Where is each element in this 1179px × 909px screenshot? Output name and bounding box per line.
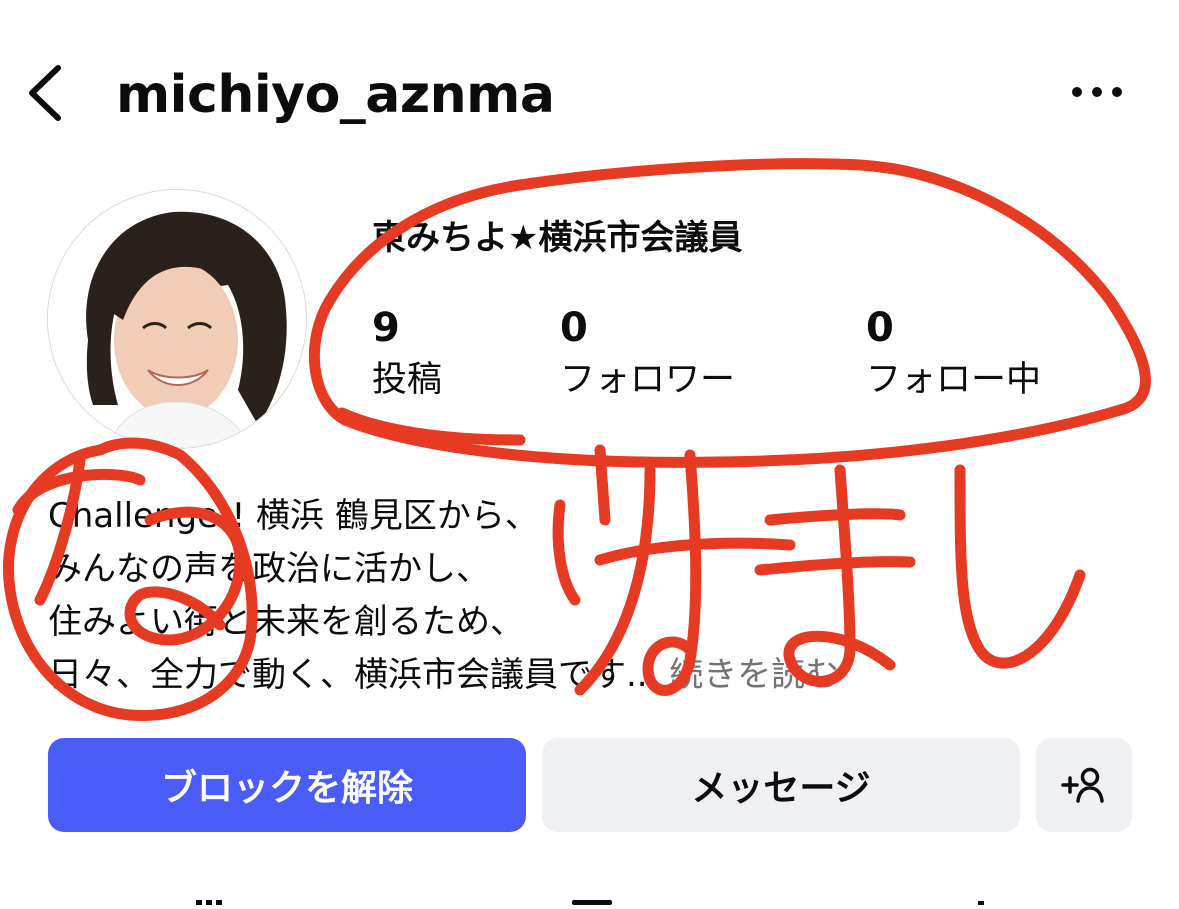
- following-label[interactable]: フォロー中: [866, 355, 1041, 405]
- followers-label[interactable]: フォロワー: [560, 355, 735, 405]
- bio-line: 日々、全力で動く、横浜市会議員です... 続きを読む: [48, 649, 1138, 702]
- bio-more-link[interactable]: 続きを読む: [669, 655, 839, 695]
- bio-line-text: 日々、全力で動く、横浜市会議員です...: [48, 655, 659, 695]
- message-button[interactable]: メッセージ: [542, 738, 1020, 832]
- profile-bio: Challenge!! 横浜 鶴見区から、 みんなの声を政治に活かし、 住みよい…: [48, 490, 1138, 702]
- followers-count[interactable]: 0: [560, 303, 588, 353]
- more-options-button[interactable]: [1064, 72, 1130, 112]
- bio-line: Challenge!! 横浜 鶴見区から、: [48, 496, 539, 536]
- profile-display-name: 東みちよ★横浜市会議員: [372, 218, 743, 258]
- chevron-left-icon: [29, 65, 61, 121]
- posts-count[interactable]: 9: [372, 303, 400, 353]
- add-user-button[interactable]: [1036, 738, 1132, 832]
- bio-line: 住みよい街と未来を創るため、: [48, 602, 524, 642]
- back-button[interactable]: [22, 58, 72, 128]
- following-count[interactable]: 0: [866, 303, 894, 353]
- posts-label[interactable]: 投稿: [372, 355, 442, 405]
- profile-username: michiyo_aznma: [116, 65, 555, 125]
- add-user-icon: [1061, 767, 1104, 803]
- unblock-button[interactable]: ブロックを解除: [48, 738, 526, 832]
- more-horizontal-icon: [1072, 87, 1122, 97]
- avatar[interactable]: [48, 190, 306, 448]
- bio-line: みんなの声を政治に活かし、: [48, 549, 490, 589]
- profile-tab-bar[interactable]: [0, 890, 1179, 905]
